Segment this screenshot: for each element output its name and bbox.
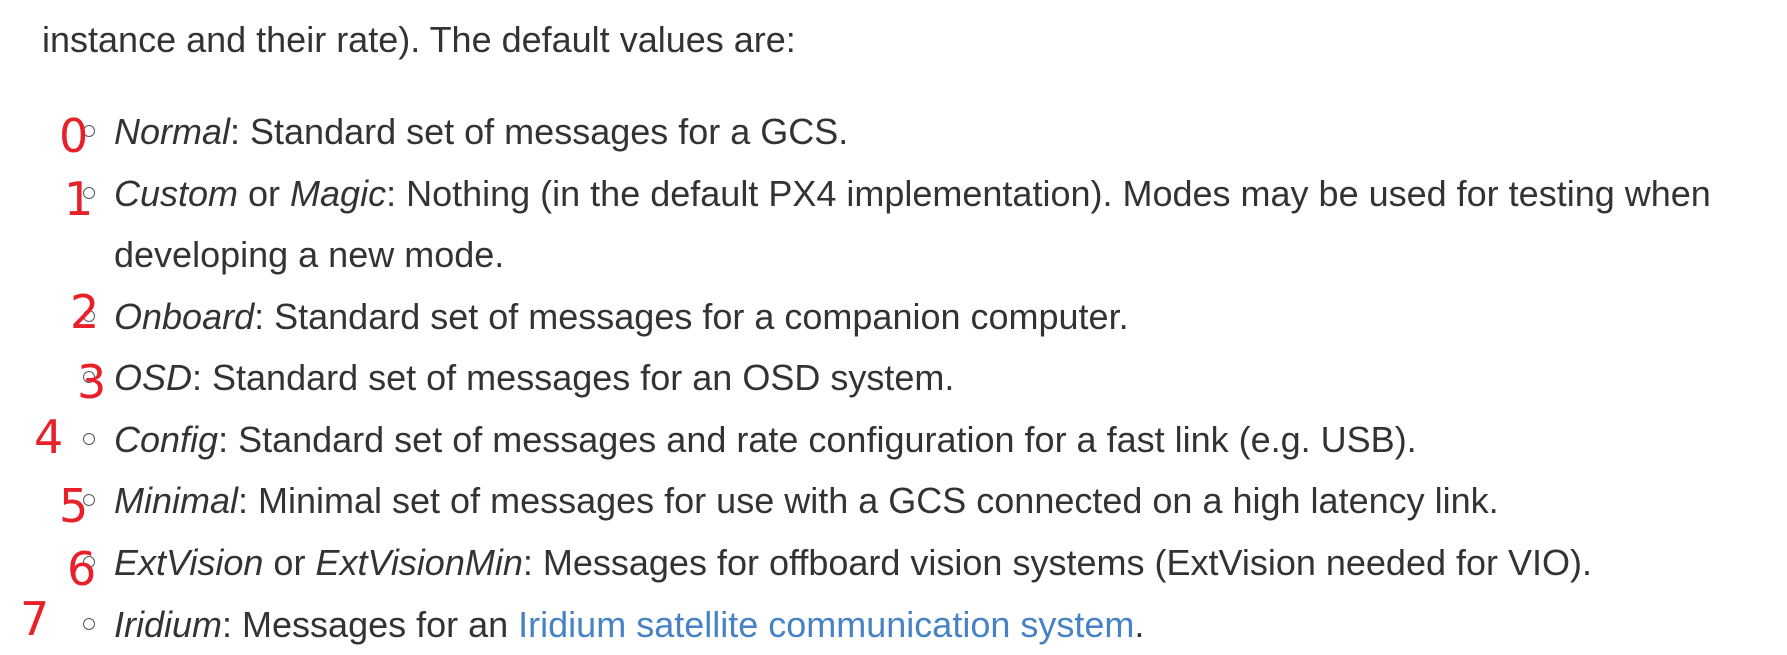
- mode-text: : Standard set of messages for a compani…: [254, 296, 1129, 337]
- mode-text: : Messages for an: [222, 604, 519, 645]
- iridium-link[interactable]: Iridium satellite communication system: [518, 604, 1134, 645]
- mode-description: Onboard: Standard set of messages for a …: [114, 286, 1714, 347]
- mode-text: : Minimal set of messages for use with a…: [238, 480, 1499, 521]
- circle-bullet-icon: [83, 433, 95, 445]
- mode-name-alternate: ExtVisionMin: [315, 542, 523, 583]
- mode-name: Iridium: [114, 604, 223, 645]
- annotation-number: 4: [34, 410, 64, 464]
- mode-description: Iridium: Messages for an Iridium satelli…: [114, 594, 1714, 655]
- mode-name: Minimal: [114, 480, 239, 521]
- annotation-number: 7: [20, 592, 50, 646]
- mode-joiner: or: [238, 173, 291, 214]
- annotation-number: 0: [59, 109, 89, 163]
- mode-name-alternate: Magic: [290, 173, 387, 214]
- annotation-number: 2: [70, 285, 100, 339]
- document-page: instance and their rate). The default va…: [0, 0, 1787, 645]
- circle-bullet-icon: [83, 618, 95, 630]
- mode-name: OSD: [114, 357, 193, 398]
- mode-joiner: or: [263, 542, 316, 583]
- mode-text: : Standard set of messages for an OSD sy…: [192, 357, 955, 398]
- mode-name: Normal: [114, 111, 231, 152]
- mode-text: : Messages for offboard vision systems (…: [522, 542, 1593, 583]
- mode-text: : Standard set of messages and rate conf…: [218, 419, 1417, 460]
- annotation-number: 5: [59, 479, 89, 533]
- mode-text-end: .: [1134, 604, 1145, 645]
- mode-name: Onboard: [114, 296, 255, 337]
- mode-name: Config: [114, 419, 219, 460]
- mode-description: Minimal: Minimal set of messages for use…: [114, 470, 1714, 531]
- mode-description: Normal: Standard set of messages for a G…: [114, 101, 1714, 162]
- mode-name: ExtVision: [114, 542, 264, 583]
- mode-description: Config: Standard set of messages and rat…: [114, 409, 1714, 470]
- annotation-number: 1: [64, 172, 94, 226]
- intro-paragraph: instance and their rate). The default va…: [42, 19, 796, 60]
- annotation-number: 6: [67, 542, 97, 596]
- mode-text: : Standard set of messages for a GCS.: [230, 111, 849, 152]
- mode-description: Custom or Magic: Nothing (in the default…: [114, 163, 1714, 285]
- mode-description: OSD: Standard set of messages for an OSD…: [114, 347, 1714, 408]
- mode-name: Custom: [114, 173, 239, 214]
- mode-description: ExtVision or ExtVisionMin: Messages for …: [114, 532, 1714, 593]
- annotation-number: 3: [77, 355, 107, 409]
